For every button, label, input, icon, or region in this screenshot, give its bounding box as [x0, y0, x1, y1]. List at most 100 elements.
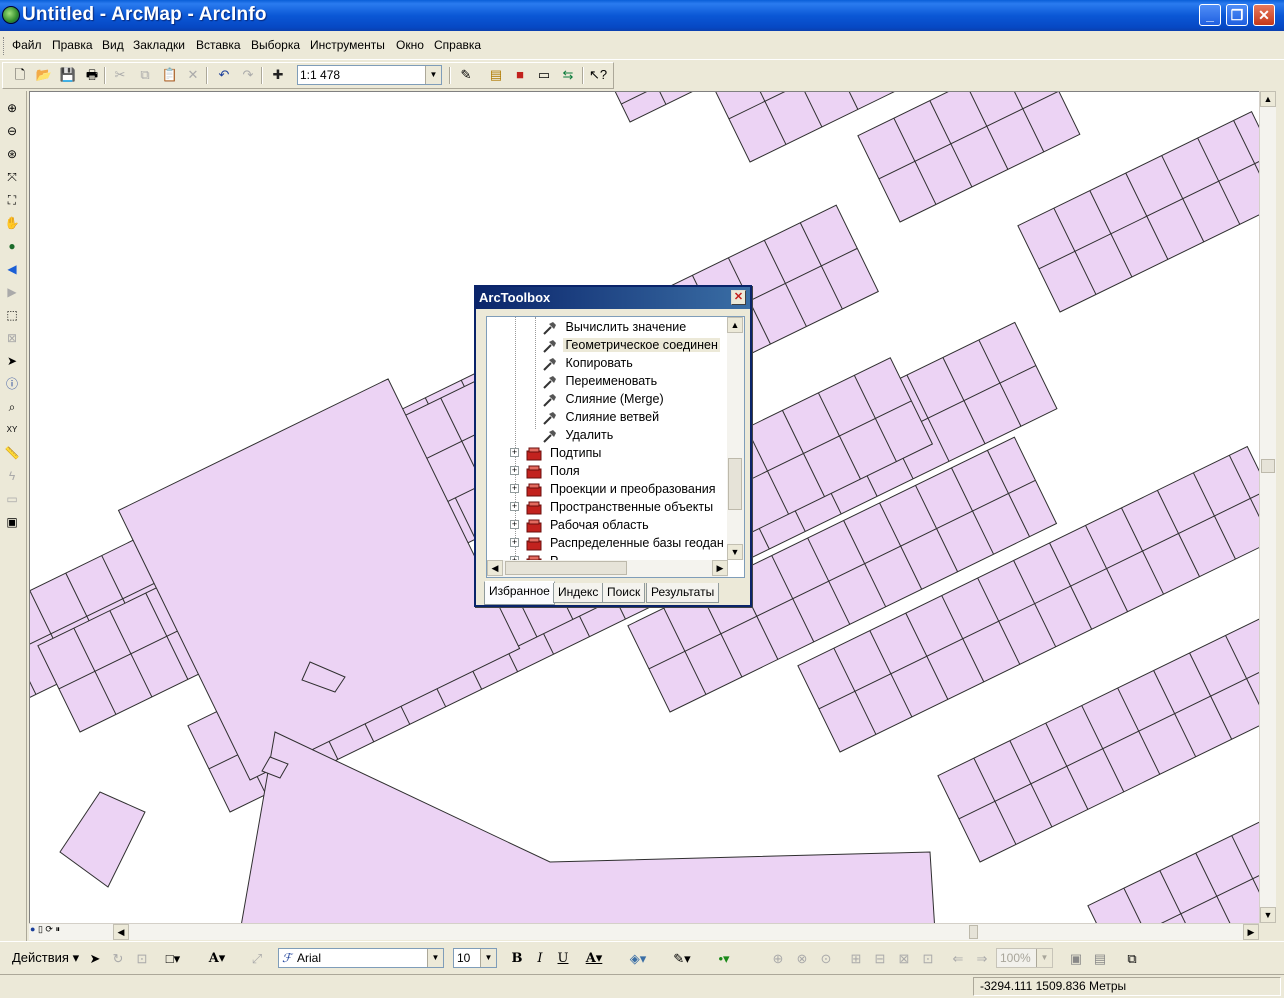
distribute-icon[interactable]: ⊠: [894, 949, 914, 969]
toolbar-grip[interactable]: [3, 37, 6, 55]
redo-icon[interactable]: ↷: [238, 65, 258, 85]
tree-toolset-item[interactable]: + Пространственные объекты: [510, 498, 715, 516]
select-features-icon[interactable]: ⬚: [3, 306, 21, 324]
cut-icon[interactable]: ✂: [110, 65, 130, 85]
expand-icon[interactable]: +: [510, 484, 519, 493]
nudge-icon[interactable]: ⊞: [846, 949, 866, 969]
map-horizontal-scrollbar[interactable]: ◀ ▶: [29, 923, 1259, 940]
font-name-combo[interactable]: ℱ Arial ▼: [278, 948, 444, 968]
tree-tool-item[interactable]: Слияние ветвей: [542, 408, 661, 426]
group-icon[interactable]: ⊕: [768, 949, 788, 969]
tree-tool-item[interactable]: Копировать: [542, 354, 635, 372]
data-driven-pages-icon[interactable]: ⧉: [1122, 949, 1142, 969]
undo-icon[interactable]: ↶: [214, 65, 234, 85]
globe-icon[interactable]: ●: [3, 237, 21, 255]
line-color-icon[interactable]: ✎▾: [672, 949, 692, 969]
tree-toolset-item[interactable]: + Проекции и преобразования: [510, 480, 718, 498]
menu-bookmarks[interactable]: Закладки: [133, 38, 185, 52]
html-popup-icon[interactable]: ▭: [3, 490, 21, 508]
drawing-actions-menu[interactable]: Действия ▾: [12, 950, 79, 966]
italic-button[interactable]: I: [530, 949, 550, 969]
select-elements-arrow-icon[interactable]: ➤: [85, 949, 105, 969]
tree-horizontal-scrollbar[interactable]: ◀ ▶: [487, 560, 728, 577]
close-icon[interactable]: ✕: [731, 290, 746, 305]
rotate-icon[interactable]: ↻: [108, 949, 128, 969]
find-binoculars-icon[interactable]: ⌕: [3, 398, 21, 416]
focus-data-frame-icon[interactable]: ▣: [1066, 949, 1086, 969]
bold-button[interactable]: B: [507, 949, 527, 969]
print-icon[interactable]: 🖶: [82, 65, 102, 85]
tree-toolset-item[interactable]: + Рабочая область: [510, 516, 651, 534]
menu-view[interactable]: Вид: [102, 38, 124, 52]
add-data-icon[interactable]: ✚: [268, 65, 288, 85]
tab-favorites[interactable]: Избранное: [484, 581, 555, 605]
zoom-out-icon[interactable]: ⊖: [3, 122, 21, 140]
tree-tool-item[interactable]: Слияние (Merge): [542, 390, 666, 408]
menu-help[interactable]: Справка: [434, 38, 481, 52]
delete-icon[interactable]: ✕: [183, 65, 203, 85]
zoom-percent-combo[interactable]: 100% ▼: [996, 948, 1053, 968]
zoom-to-selected-icon[interactable]: ⊡: [132, 949, 152, 969]
editor-toolbar-icon[interactable]: ✎: [456, 65, 476, 85]
expand-icon[interactable]: +: [510, 448, 519, 457]
chevron-down-icon[interactable]: ▼: [425, 66, 441, 84]
arctoolbox-icon[interactable]: ■: [510, 65, 530, 85]
arctoolbox-window[interactable]: ArcToolbox ✕ Вычислить значение Геометри…: [474, 285, 752, 607]
pause-drawing-icon[interactable]: ⏸: [55, 924, 60, 934]
fixed-zoom-in-icon[interactable]: ⊛: [3, 145, 21, 163]
font-size-combo[interactable]: 10 ▼: [453, 948, 497, 968]
menu-window[interactable]: Окно: [396, 38, 424, 52]
previous-page-icon[interactable]: ⇐: [948, 949, 968, 969]
fixed-zoom-out-icon[interactable]: ⤧: [3, 168, 21, 186]
layout-view-icon[interactable]: ▯: [38, 924, 43, 934]
vertical-scroll-thumb[interactable]: [1261, 459, 1275, 473]
full-extent-icon[interactable]: ⛶: [3, 191, 21, 209]
scroll-left-icon[interactable]: ◀: [487, 560, 503, 576]
tree-tool-item-selected[interactable]: Геометрическое соединен: [542, 336, 720, 354]
back-extent-icon[interactable]: ◀: [3, 260, 21, 278]
tree-toolset-item[interactable]: + Поля: [510, 462, 582, 480]
rotate-flip-icon[interactable]: ⊡: [918, 949, 938, 969]
new-document-icon[interactable]: 🗋: [10, 65, 30, 85]
restore-button[interactable]: ❐: [1226, 4, 1248, 26]
tab-index[interactable]: Индекс: [553, 583, 604, 603]
forward-extent-icon[interactable]: ▶: [3, 283, 21, 301]
arcmap-app-icon[interactable]: [2, 6, 20, 24]
scroll-down-icon[interactable]: ▼: [727, 544, 743, 560]
underline-button[interactable]: U: [553, 949, 573, 969]
expand-icon[interactable]: +: [510, 466, 519, 475]
data-view-icon[interactable]: ●: [30, 924, 35, 934]
hyperlink-icon[interactable]: ϟ: [3, 467, 21, 485]
tab-results[interactable]: Результаты: [646, 583, 720, 603]
new-rectangle-icon[interactable]: □▾: [163, 949, 183, 969]
tree-tool-item[interactable]: Переименовать: [542, 372, 659, 390]
map-vertical-scrollbar[interactable]: ▲ ▼: [1259, 91, 1276, 923]
chevron-down-icon[interactable]: ▼: [427, 949, 443, 967]
identify-icon[interactable]: ⓘ: [3, 375, 21, 393]
fill-color-icon[interactable]: ◈▾: [628, 949, 648, 969]
whats-this-help-icon[interactable]: ↖?: [588, 65, 608, 85]
minimize-button[interactable]: _: [1199, 4, 1221, 26]
tree-tool-item[interactable]: Удалить: [542, 426, 615, 444]
scroll-up-icon[interactable]: ▲: [727, 317, 743, 333]
chevron-down-icon[interactable]: ▼: [480, 949, 496, 967]
model-builder-icon[interactable]: ⇆: [558, 65, 578, 85]
save-icon[interactable]: 💾: [58, 65, 78, 85]
menu-edit[interactable]: Правка: [52, 38, 93, 52]
go-to-xy-icon[interactable]: XY: [3, 421, 21, 439]
menu-insert[interactable]: Вставка: [196, 38, 241, 52]
scroll-right-icon[interactable]: ▶: [712, 560, 728, 576]
new-text-icon[interactable]: A▾: [207, 949, 227, 969]
expand-icon[interactable]: +: [510, 538, 519, 547]
measure-icon[interactable]: 📏: [3, 444, 21, 462]
tree-vertical-thumb[interactable]: [728, 458, 742, 510]
scroll-right-icon[interactable]: ▶: [1243, 924, 1259, 940]
open-folder-icon[interactable]: 📂: [34, 65, 54, 85]
close-button[interactable]: ✕: [1253, 4, 1275, 26]
toolbox-tree[interactable]: Вычислить значение Геометрическое соедин…: [486, 316, 745, 578]
order-icon[interactable]: ⊙: [816, 949, 836, 969]
map-scale-combo[interactable]: 1:1 478 ▼: [297, 65, 442, 85]
change-layout-icon[interactable]: ▤: [1090, 949, 1110, 969]
clear-selection-icon[interactable]: ⊠: [3, 329, 21, 347]
callout-icon[interactable]: ⤢: [247, 949, 267, 969]
